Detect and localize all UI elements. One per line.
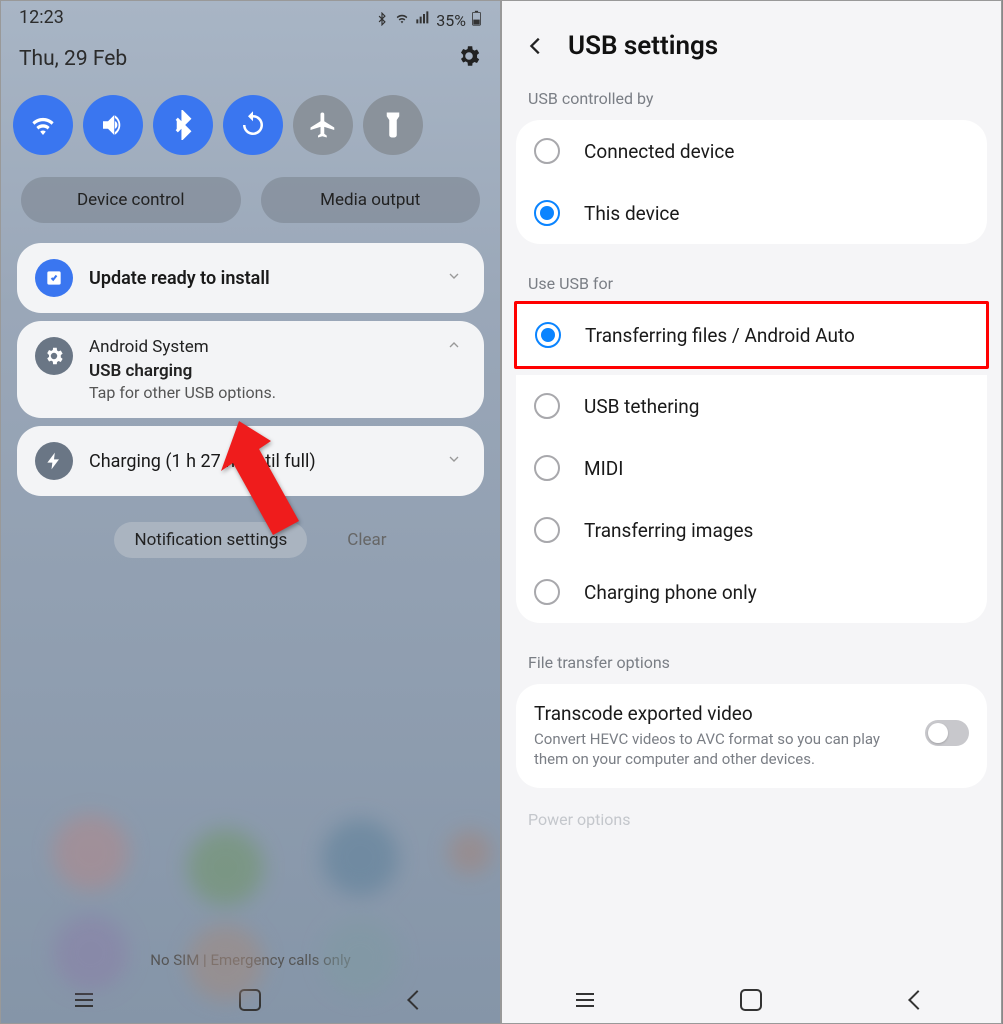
transcode-toggle-row[interactable]: Transcode exported video Convert HEVC vi… — [516, 684, 987, 788]
gear-icon — [35, 337, 73, 375]
bluetooth-toggle[interactable] — [153, 95, 213, 155]
radio-icon — [534, 393, 560, 419]
quick-settings-buttons: Device control Media output — [1, 165, 500, 235]
settings-gear-icon[interactable] — [456, 43, 482, 75]
back-button[interactable] — [522, 32, 550, 60]
page-title: USB settings — [568, 31, 718, 61]
home-button[interactable] — [238, 988, 262, 1012]
section-label-use: Use USB for — [502, 260, 1001, 301]
signal-icon — [415, 10, 431, 30]
radio-icon — [534, 455, 560, 481]
radio-label: Connected device — [584, 140, 734, 163]
switch-off-icon[interactable] — [925, 720, 969, 746]
radio-icon — [534, 517, 560, 543]
wifi-icon — [394, 10, 410, 30]
notification-actions: Notification settings Clear — [1, 512, 500, 568]
radio-label: Charging phone only — [584, 581, 757, 604]
radio-label: Transferring images — [584, 519, 753, 542]
radio-icon — [534, 200, 560, 226]
flashlight-toggle[interactable] — [363, 95, 423, 155]
radio-charging-only[interactable]: Charging phone only — [516, 561, 987, 623]
bluetooth-icon — [375, 11, 389, 30]
radio-label: MIDI — [584, 457, 623, 480]
sound-toggle[interactable] — [83, 95, 143, 155]
usb-settings-screen: USB settings USB controlled by Connected… — [501, 0, 1002, 1024]
radio-midi[interactable]: MIDI — [516, 437, 987, 499]
radio-connected-device[interactable]: Connected device — [516, 120, 987, 182]
notification-settings-button[interactable]: Notification settings — [114, 522, 307, 558]
notification-description: Tap for other USB options. — [89, 383, 442, 402]
notification-title: USB charging — [89, 361, 442, 381]
recents-button[interactable] — [72, 988, 96, 1012]
sim-status: No SIM | Emergency calls only — [1, 951, 500, 969]
toggle-description: Convert HEVC videos to AVC format so you… — [534, 729, 911, 770]
quick-settings-toggles — [1, 85, 500, 165]
file-transfer-card: Transcode exported video Convert HEVC vi… — [516, 684, 987, 788]
status-bar: 12:23 35% — [1, 1, 500, 33]
status-icons: 35% — [375, 7, 482, 33]
check-icon — [35, 259, 73, 297]
radio-label: Transferring files / Android Auto — [585, 324, 855, 347]
media-output-button[interactable]: Media output — [261, 177, 481, 223]
notification-app: Android System — [89, 337, 442, 357]
battery-icon — [471, 10, 482, 30]
notifications-list: Update ready to install Android System U… — [1, 235, 500, 512]
radio-transfer-files[interactable]: Transferring files / Android Auto — [517, 304, 986, 366]
navigation-bar — [1, 977, 500, 1023]
radio-icon — [535, 322, 561, 348]
settings-header: USB settings — [502, 1, 1001, 75]
shade-date: Thu, 29 Feb — [19, 47, 127, 71]
radio-label: USB tethering — [584, 395, 699, 418]
notification-title: Charging (1 h 27 m until full) — [89, 451, 442, 472]
recents-button[interactable] — [573, 988, 597, 1012]
bolt-icon — [35, 442, 73, 480]
toggle-title: Transcode exported video — [534, 702, 911, 725]
airplane-toggle[interactable] — [293, 95, 353, 155]
back-button[interactable] — [405, 988, 429, 1012]
home-button[interactable] — [739, 988, 763, 1012]
radio-transfer-images[interactable]: Transferring images — [516, 499, 987, 561]
battery-percent: 35% — [436, 11, 466, 30]
chevron-down-icon[interactable] — [442, 268, 466, 288]
update-notification[interactable]: Update ready to install — [17, 243, 484, 313]
notification-shade-screen: 12:23 35% Thu, 29 Feb — [0, 0, 501, 1024]
date-row: Thu, 29 Feb — [1, 33, 500, 85]
radio-usb-tethering[interactable]: USB tethering — [516, 375, 987, 437]
navigation-bar — [502, 977, 1001, 1023]
radio-icon — [534, 579, 560, 605]
notification-title: Update ready to install — [89, 268, 442, 289]
highlighted-option: Transferring files / Android Auto — [514, 301, 989, 369]
use-usb-card: USB tethering MIDI Transferring images C… — [516, 375, 987, 623]
wifi-toggle[interactable] — [13, 95, 73, 155]
chevron-down-icon[interactable] — [442, 451, 466, 471]
controlled-by-card: Connected device This device — [516, 120, 987, 244]
section-label-power: Power options — [502, 804, 1001, 835]
charging-notification[interactable]: Charging (1 h 27 m until full) — [17, 426, 484, 496]
device-control-button[interactable]: Device control — [21, 177, 241, 223]
radio-label: This device — [584, 202, 679, 225]
radio-this-device[interactable]: This device — [516, 182, 987, 244]
status-time: 12:23 — [19, 7, 64, 33]
rotate-toggle[interactable] — [223, 95, 283, 155]
usb-notification[interactable]: Android System USB charging Tap for othe… — [17, 321, 484, 418]
section-label-controlled: USB controlled by — [502, 75, 1001, 116]
clear-button[interactable]: Clear — [347, 522, 386, 558]
chevron-up-icon[interactable] — [442, 337, 466, 357]
radio-icon — [534, 138, 560, 164]
back-button[interactable] — [906, 988, 930, 1012]
section-label-file-transfer: File transfer options — [502, 639, 1001, 680]
